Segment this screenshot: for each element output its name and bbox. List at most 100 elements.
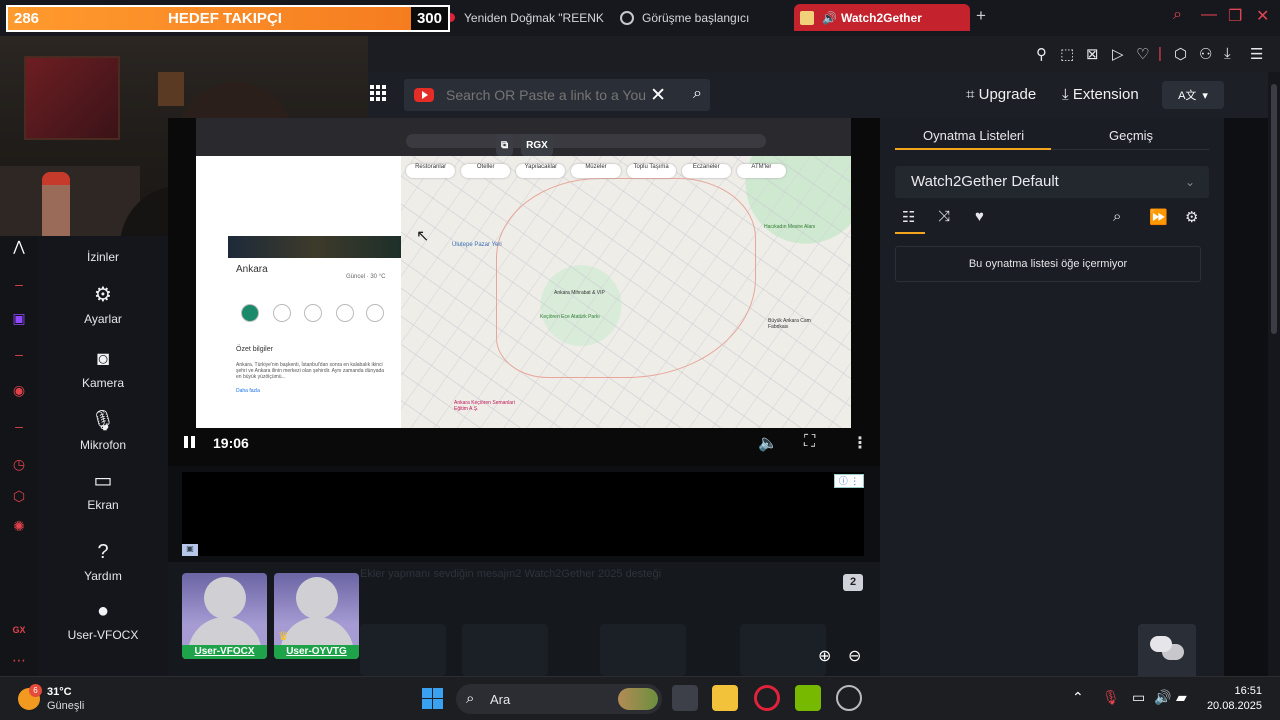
zoom-out-icon[interactable]: ⊖ [848, 646, 861, 666]
volume-icon[interactable]: 🔈 [758, 433, 778, 453]
user-card[interactable]: User-VFOCX [182, 573, 267, 659]
page-scrollbar[interactable] [1268, 72, 1280, 676]
openai-icon [620, 10, 634, 25]
shuffle-icon[interactable]: ⤨ [938, 208, 950, 225]
search-input[interactable] [446, 87, 646, 103]
volume-icon[interactable]: 🔊 [1154, 689, 1171, 706]
language-button[interactable]: A文 ▾ [1162, 81, 1224, 109]
nav-label: Ekran [87, 498, 119, 512]
chip: Restoranlar [406, 164, 456, 178]
play-icon[interactable]: ▷ [1112, 45, 1124, 63]
tab-history[interactable]: Geçmiş [1109, 128, 1153, 143]
nav-screen[interactable]: ▭ Ekran [38, 468, 168, 512]
nav-permissions[interactable]: İzinler [38, 250, 168, 264]
tab-reenk[interactable]: Yeniden Doğmak "REENK [446, 4, 606, 31]
chevron-up-icon[interactable]: ⌃ [1072, 689, 1084, 706]
menu-icon[interactable]: ☰ [1250, 45, 1263, 63]
map-label: Büyük Ankara Cam Fabrikası [768, 318, 811, 330]
users-area: Ekler yapmanı sevdiğin mesajın2 Watch2Ge… [168, 562, 880, 676]
close-icon[interactable]: ✕ [1256, 6, 1269, 26]
opera-gx-icon[interactable] [754, 685, 780, 711]
extensions-icon[interactable]: ⬡ [1174, 45, 1187, 63]
nav-microphone[interactable]: 🎙 Mikrofon [38, 408, 168, 452]
fullscreen-icon[interactable]: ⛶ [804, 433, 815, 451]
playlist-select[interactable]: Watch2Gether Default ⌄ [895, 166, 1209, 198]
pin-icon[interactable]: ⚲ [1036, 45, 1047, 63]
clear-icon[interactable]: ✕ [650, 84, 666, 107]
aria-icon[interactable]: ⋀ [11, 238, 27, 254]
upgrade-button[interactable]: ⌗ Upgrade [966, 86, 1036, 103]
nav-settings[interactable]: ⚙ Ayarlar [38, 282, 168, 326]
task-view-icon[interactable] [672, 685, 698, 711]
nav-help[interactable]: ? Yardım [38, 541, 168, 583]
screenshot-icon[interactable]: ⬚ [1060, 45, 1074, 63]
start-button[interactable] [422, 688, 443, 709]
gear-icon[interactable]: ⚙ [1185, 208, 1198, 226]
map-label: Hacıkadın Mesire Alanı [764, 224, 816, 230]
nav-camera[interactable]: ◙ Kamera [38, 348, 168, 390]
tab-watch2gether[interactable]: 🔊 Watch2Gether [794, 4, 970, 31]
extension-button[interactable]: ⤓ Extension [1062, 86, 1139, 103]
gx-icon[interactable]: GX [11, 622, 27, 638]
advertisement[interactable]: ⓘ ⋮ ▣ [182, 472, 864, 556]
tab-meeting[interactable]: Görüşme başlangıcı [620, 4, 790, 31]
search-icon[interactable]: ⌕ [693, 85, 702, 103]
player-icon[interactable]: ◉ [11, 382, 27, 398]
chat-button[interactable] [1138, 624, 1196, 676]
user-icon[interactable]: ⚇ [1199, 45, 1212, 63]
user-name[interactable]: User-VFOCX [182, 645, 267, 659]
new-tab-button[interactable]: + [976, 6, 986, 26]
skip-icon[interactable]: ⏩ [1149, 208, 1168, 226]
extensions-icon[interactable]: ⬡ [11, 488, 27, 504]
settings-icon[interactable]: ✺ [11, 518, 27, 534]
map-label: Ankara Keçiören Semanlari Eğitim A.Ş. [454, 400, 515, 412]
popout-icon[interactable]: ⧉ [496, 134, 514, 156]
zoom-in-icon[interactable]: ⊕ [818, 646, 831, 666]
list-icon[interactable]: ☷ [902, 208, 915, 226]
file-explorer-icon[interactable] [712, 685, 738, 711]
heart-icon[interactable]: ♥ [975, 208, 984, 225]
weather-widget[interactable]: 6 31°C Güneşli [18, 684, 128, 714]
box-close-icon[interactable]: ⊠ [1086, 45, 1099, 63]
map-filter-chips: Restoranlar Oteller Yapılacaklar Müzeler… [406, 164, 786, 178]
map-info-panel [196, 156, 401, 428]
download-icon[interactable]: ⤓ [1224, 45, 1231, 62]
speaker-icon[interactable]: 🔊 [822, 11, 837, 25]
display-icon[interactable]: ▭ [1132, 689, 1145, 706]
pause-icon[interactable] [184, 436, 196, 448]
tab-playlists[interactable]: Oynatma Listeleri [923, 128, 1024, 143]
more-icon[interactable]: ⋮ [852, 433, 868, 453]
video-player[interactable]: Restoranlar Oteller Yapılacaklar Müzeler… [168, 118, 880, 466]
monitor-icon: ▭ [93, 470, 113, 492]
follower-goal-overlay: 286 HEDEF TAKIPÇI 300 [6, 5, 450, 32]
scrollbar-thumb[interactable] [1271, 84, 1277, 334]
maximize-icon[interactable]: ❐ [1228, 6, 1242, 26]
upgrade-icon: ⌗ [966, 86, 975, 103]
w2g-top-bar: ✕ ⌕ ⌗ Upgrade ⤓ Extension A文 ▾ [368, 72, 1278, 118]
chip: ATM'ler [736, 164, 786, 178]
nvidia-icon[interactable] [795, 685, 821, 711]
twitch-icon[interactable]: ▣ [11, 310, 27, 326]
battery-icon[interactable]: ▰ [1176, 689, 1187, 706]
search-tabs-icon[interactable]: ⌕ [1173, 6, 1182, 24]
tab-label: Görüşme başlangıcı [642, 10, 750, 25]
extension-label: Extension [1072, 86, 1139, 103]
heart-icon[interactable]: ♡ [1136, 45, 1149, 63]
more-icon[interactable]: ⋯ [11, 652, 27, 668]
history-icon[interactable]: ◷ [11, 456, 27, 472]
clock-time: 16:51 [1234, 685, 1262, 697]
ad-choices-icon[interactable]: ⓘ ⋮ [834, 474, 864, 488]
rgx-button[interactable]: RGX [521, 134, 553, 156]
youtube-icon[interactable] [414, 88, 434, 102]
apps-grid-icon[interactable] [370, 85, 386, 101]
taskbar-search[interactable]: ⌕ Ara [456, 684, 662, 714]
taskbar-clock[interactable]: 16:51 20.08.2025 [1206, 684, 1262, 714]
app-icon[interactable] [836, 685, 862, 711]
microphone-icon[interactable]: 🎙 [1102, 689, 1120, 706]
nav-user[interactable]: ● User-VFOCX [38, 600, 168, 642]
search-icon[interactable]: ⌕ [1113, 208, 1121, 225]
user-card[interactable]: ♛ User-OYVTG [274, 573, 359, 659]
user-name[interactable]: User-OYVTG [274, 645, 359, 659]
minimize-icon[interactable]: — [1201, 6, 1217, 24]
search-label: Ara [490, 692, 511, 707]
